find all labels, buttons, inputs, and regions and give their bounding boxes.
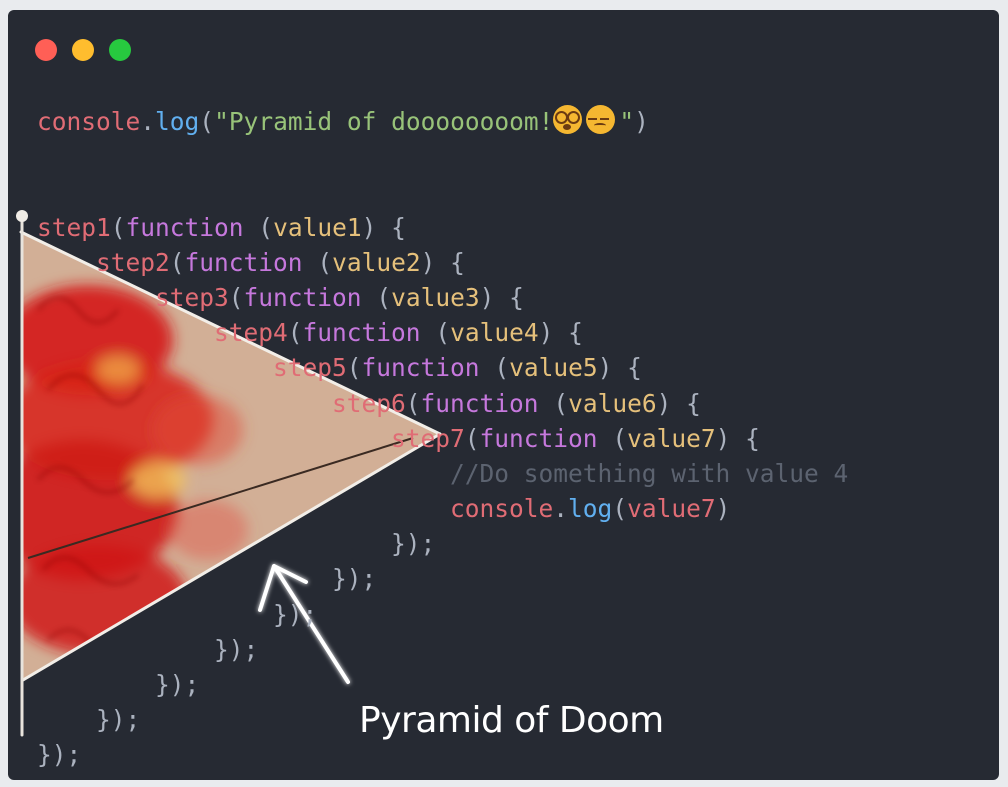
code-line-step4: step4(function (value4) {	[214, 318, 583, 348]
code-line-step6: step6(function (value6) {	[332, 388, 701, 418]
code-line-step2: step2(function (value2) {	[96, 247, 465, 277]
code-line-1: console.log("Pyramid of doooooooom! ")	[37, 105, 649, 136]
code-line-comment: //Do something with value 4	[450, 458, 849, 488]
pyramid-caption: Pyramid of Doom	[359, 700, 664, 741]
woozy-face-emoji	[586, 105, 616, 134]
code-line-inner-log: console.log(value7)	[450, 494, 731, 524]
code-line-step3: step3(function (value3) {	[155, 282, 524, 312]
code-line-step7: step7(function (value7) {	[391, 423, 760, 453]
code-line-close-3: });	[155, 670, 200, 700]
code-line-close-7: });	[391, 529, 436, 559]
dizzy-face-emoji	[553, 105, 583, 134]
code-line-step1: step1(function (value1) {	[37, 212, 406, 242]
code-block: console.log("Pyramid of doooooooom! ") st…	[37, 104, 848, 773]
code-line-step5: step5(function (value5) {	[273, 353, 642, 383]
code-line-close-1: });	[37, 740, 82, 770]
code-window: console.log("Pyramid of doooooooom! ") st…	[8, 10, 999, 780]
code-line-close-4: });	[214, 634, 259, 664]
code-line-close-5: });	[273, 599, 318, 629]
code-line-close-6: });	[332, 564, 377, 594]
